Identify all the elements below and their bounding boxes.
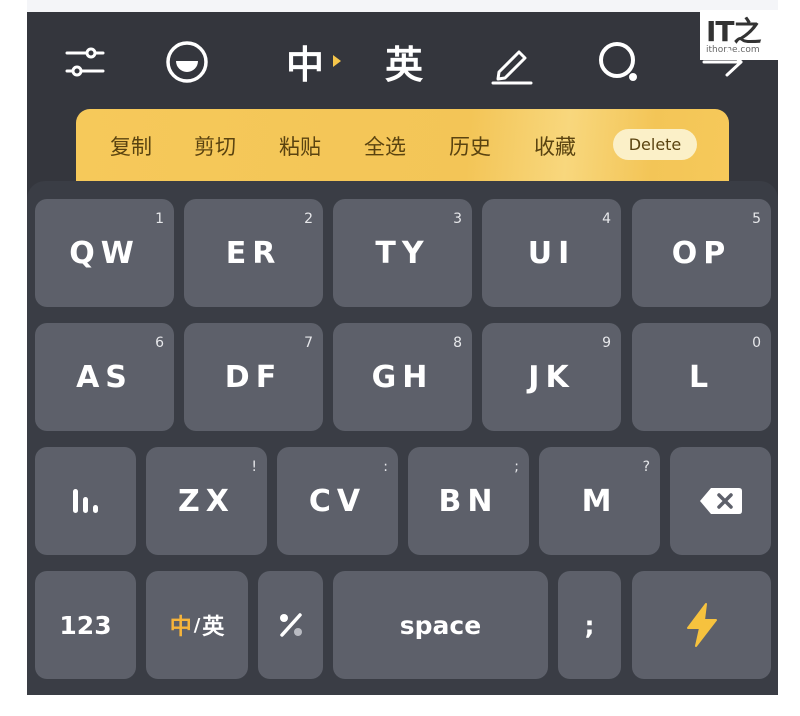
key-label: TY [375,235,430,271]
chinese-mode-toggle[interactable]: 中 [275,38,341,87]
key-qw[interactable]: QW 1 [35,199,174,307]
key-label: L [688,359,715,395]
key-number: 3 [453,211,462,227]
chinese-label: 中 [285,42,324,87]
key-label: BN [438,483,499,519]
voice-input-key[interactable] [35,447,136,555]
key-number: 5 [752,211,761,227]
key-bn[interactable]: BN ; [408,447,529,555]
english-label: 英 [384,42,423,87]
search-icon[interactable] [595,38,643,88]
cut-button[interactable]: 剪切 [194,131,236,161]
key-number: 7 [304,335,313,351]
key-number: ? [642,459,650,475]
key-number: 2 [304,211,313,227]
space-key[interactable]: space [333,571,548,679]
enter-key[interactable] [632,571,771,679]
key-ty[interactable]: TY 3 [333,199,472,307]
semicolon-label: ; [584,610,595,640]
numbers-key[interactable]: 123 [35,571,136,679]
copy-button[interactable]: 复制 [110,131,152,161]
smiley-icon[interactable] [163,38,211,86]
paste-button[interactable]: 粘贴 [279,131,321,161]
key-number: : [383,459,388,475]
key-number: 1 [155,211,164,227]
key-ui[interactable]: UI 4 [482,199,621,307]
key-label: UI [527,235,576,271]
key-number: 8 [453,335,462,351]
delete-button[interactable]: Delete [613,129,697,160]
key-number: 0 [752,335,761,351]
key-number: 9 [602,335,611,351]
select-all-button[interactable]: 全选 [364,131,406,161]
key-er[interactable]: ER 2 [184,199,323,307]
lang-zh: 中 [169,615,192,640]
key-df[interactable]: DF 7 [184,323,323,431]
key-label: OP [671,235,732,271]
expand-triangle-icon [333,55,341,67]
key-cv[interactable]: CV : [277,447,398,555]
key-label: DF [224,359,283,395]
sliders-icon[interactable] [63,42,107,82]
history-button[interactable]: 历史 [449,131,491,161]
key-number: ! [251,459,257,475]
lang-slash: / [193,614,201,636]
keyboard-toolbar: 中 英 [27,12,743,112]
backspace-key[interactable] [670,447,771,555]
lightning-icon [686,603,717,647]
english-mode-toggle[interactable]: 英 [379,38,429,87]
app-top-strip [27,0,778,12]
key-l[interactable]: L 0 [632,323,771,431]
symbols-key[interactable] [258,571,323,679]
numbers-label: 123 [59,610,112,640]
percent-icon [279,613,302,637]
key-number: ; [514,459,519,475]
key-label: M [581,483,618,519]
language-switch-key[interactable]: 中 / 英 [146,571,248,679]
key-label: QW [69,235,140,271]
key-label: ZX [178,483,235,519]
semicolon-key[interactable]: ; [558,571,621,679]
key-number: 4 [602,211,611,227]
bottom-margin [0,695,800,716]
pencil-icon[interactable] [489,40,535,86]
key-label: GH [371,359,434,395]
key-number: 6 [155,335,164,351]
key-zx[interactable]: ZX ! [146,447,267,555]
arrow-right-icon[interactable] [701,44,745,80]
clipboard-bar: 复制 剪切 粘贴 全选 历史 收藏 Delete [76,109,729,181]
space-label: space [399,610,482,640]
key-m[interactable]: M ? [539,447,660,555]
key-jk[interactable]: JK 9 [482,323,621,431]
backspace-icon [699,488,742,514]
key-gh[interactable]: GH 8 [333,323,472,431]
key-label: AS [76,359,133,395]
voice-bars-icon [72,489,98,513]
key-as[interactable]: AS 6 [35,323,174,431]
key-op[interactable]: OP 5 [632,199,771,307]
key-label: ER [225,235,282,271]
lang-en: 英 [202,615,225,640]
key-label: CV [308,483,367,519]
key-label: JK [528,359,575,395]
favorites-button[interactable]: 收藏 [534,131,576,161]
